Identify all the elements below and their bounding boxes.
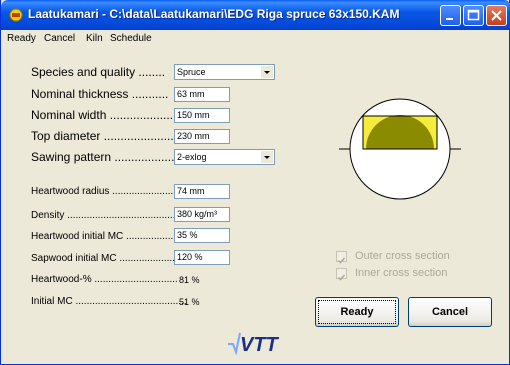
hw-mc-input[interactable]: 35 % (174, 228, 230, 243)
pattern-value: 2-exlog (177, 152, 207, 162)
minimize-button[interactable] (440, 5, 461, 26)
pattern-select[interactable]: 2-exlog (174, 149, 275, 165)
width-input[interactable]: 150 mm (174, 108, 230, 123)
thickness-input[interactable]: 63 mm (174, 87, 230, 102)
outer-section-label: Outer cross section (355, 250, 450, 262)
density-input[interactable]: 380 kg/m³ (174, 207, 230, 222)
inner-section-checkbox[interactable] (336, 268, 347, 281)
app-window: Laatukamari - C:\data\Laatukamari\EDG Ri… (0, 0, 510, 365)
maximize-icon (467, 9, 480, 21)
menu-cancel[interactable]: Cancel (44, 33, 75, 44)
init-mc-value: 51 % (179, 297, 200, 307)
app-icon (8, 7, 24, 23)
close-icon (491, 10, 502, 21)
cancel-button[interactable]: Cancel (408, 297, 492, 327)
species-label: Species and quality ........ (31, 65, 166, 79)
chevron-down-icon[interactable] (261, 151, 273, 163)
menu-bar: Ready Cancel Kiln Schedule (1, 30, 510, 48)
hw-radius-label: Heartwood radius ....................... (31, 186, 177, 197)
outer-section-checkbox[interactable] (336, 251, 347, 264)
vtt-logo-text: VTT (240, 334, 280, 356)
title-bar[interactable]: Laatukamari - C:\data\Laatukamari\EDG Ri… (1, 0, 510, 30)
close-button[interactable] (486, 5, 507, 26)
maximize-button[interactable] (463, 5, 484, 26)
window-title: Laatukamari - C:\data\Laatukamari\EDG Ri… (28, 7, 400, 21)
vtt-logo: VTT (228, 332, 280, 356)
checkmark-icon (337, 274, 346, 281)
checkmark-icon (337, 257, 346, 264)
thickness-label: Nominal thickness ........... (31, 87, 169, 101)
hw-pct-label: Heartwood-% ............................… (31, 274, 178, 285)
hw-radius-input[interactable]: 74 mm (174, 184, 230, 199)
sw-mc-label: Sapwood initial MC ..................... (31, 253, 178, 264)
init-mc-label: Initial MC .............................… (31, 296, 187, 307)
pattern-label: Sawing pattern ................... (31, 150, 178, 164)
density-label: Density ................................… (31, 210, 195, 221)
inner-section-label: Inner cross section (355, 267, 448, 279)
hw-mc-label: Heartwood initial MC ................. (31, 231, 174, 242)
sw-mc-input[interactable]: 120 % (174, 250, 230, 265)
diameter-label: Top diameter ....................... (31, 129, 181, 143)
width-label: Nominal width ..................... (31, 108, 180, 122)
menu-ready[interactable]: Ready (7, 33, 36, 44)
species-value: Spruce (177, 67, 206, 77)
ready-button[interactable]: Ready (315, 297, 399, 327)
species-select[interactable]: Spruce (174, 64, 275, 80)
hw-pct-value: 81 % (179, 275, 200, 285)
diameter-input[interactable]: 230 mm (174, 129, 230, 144)
menu-kiln[interactable]: Kiln (86, 33, 103, 44)
minimize-icon (446, 18, 453, 20)
menu-schedule[interactable]: Schedule (110, 33, 152, 44)
chevron-down-icon[interactable] (261, 66, 273, 78)
log-cross-section-diagram (339, 98, 461, 200)
